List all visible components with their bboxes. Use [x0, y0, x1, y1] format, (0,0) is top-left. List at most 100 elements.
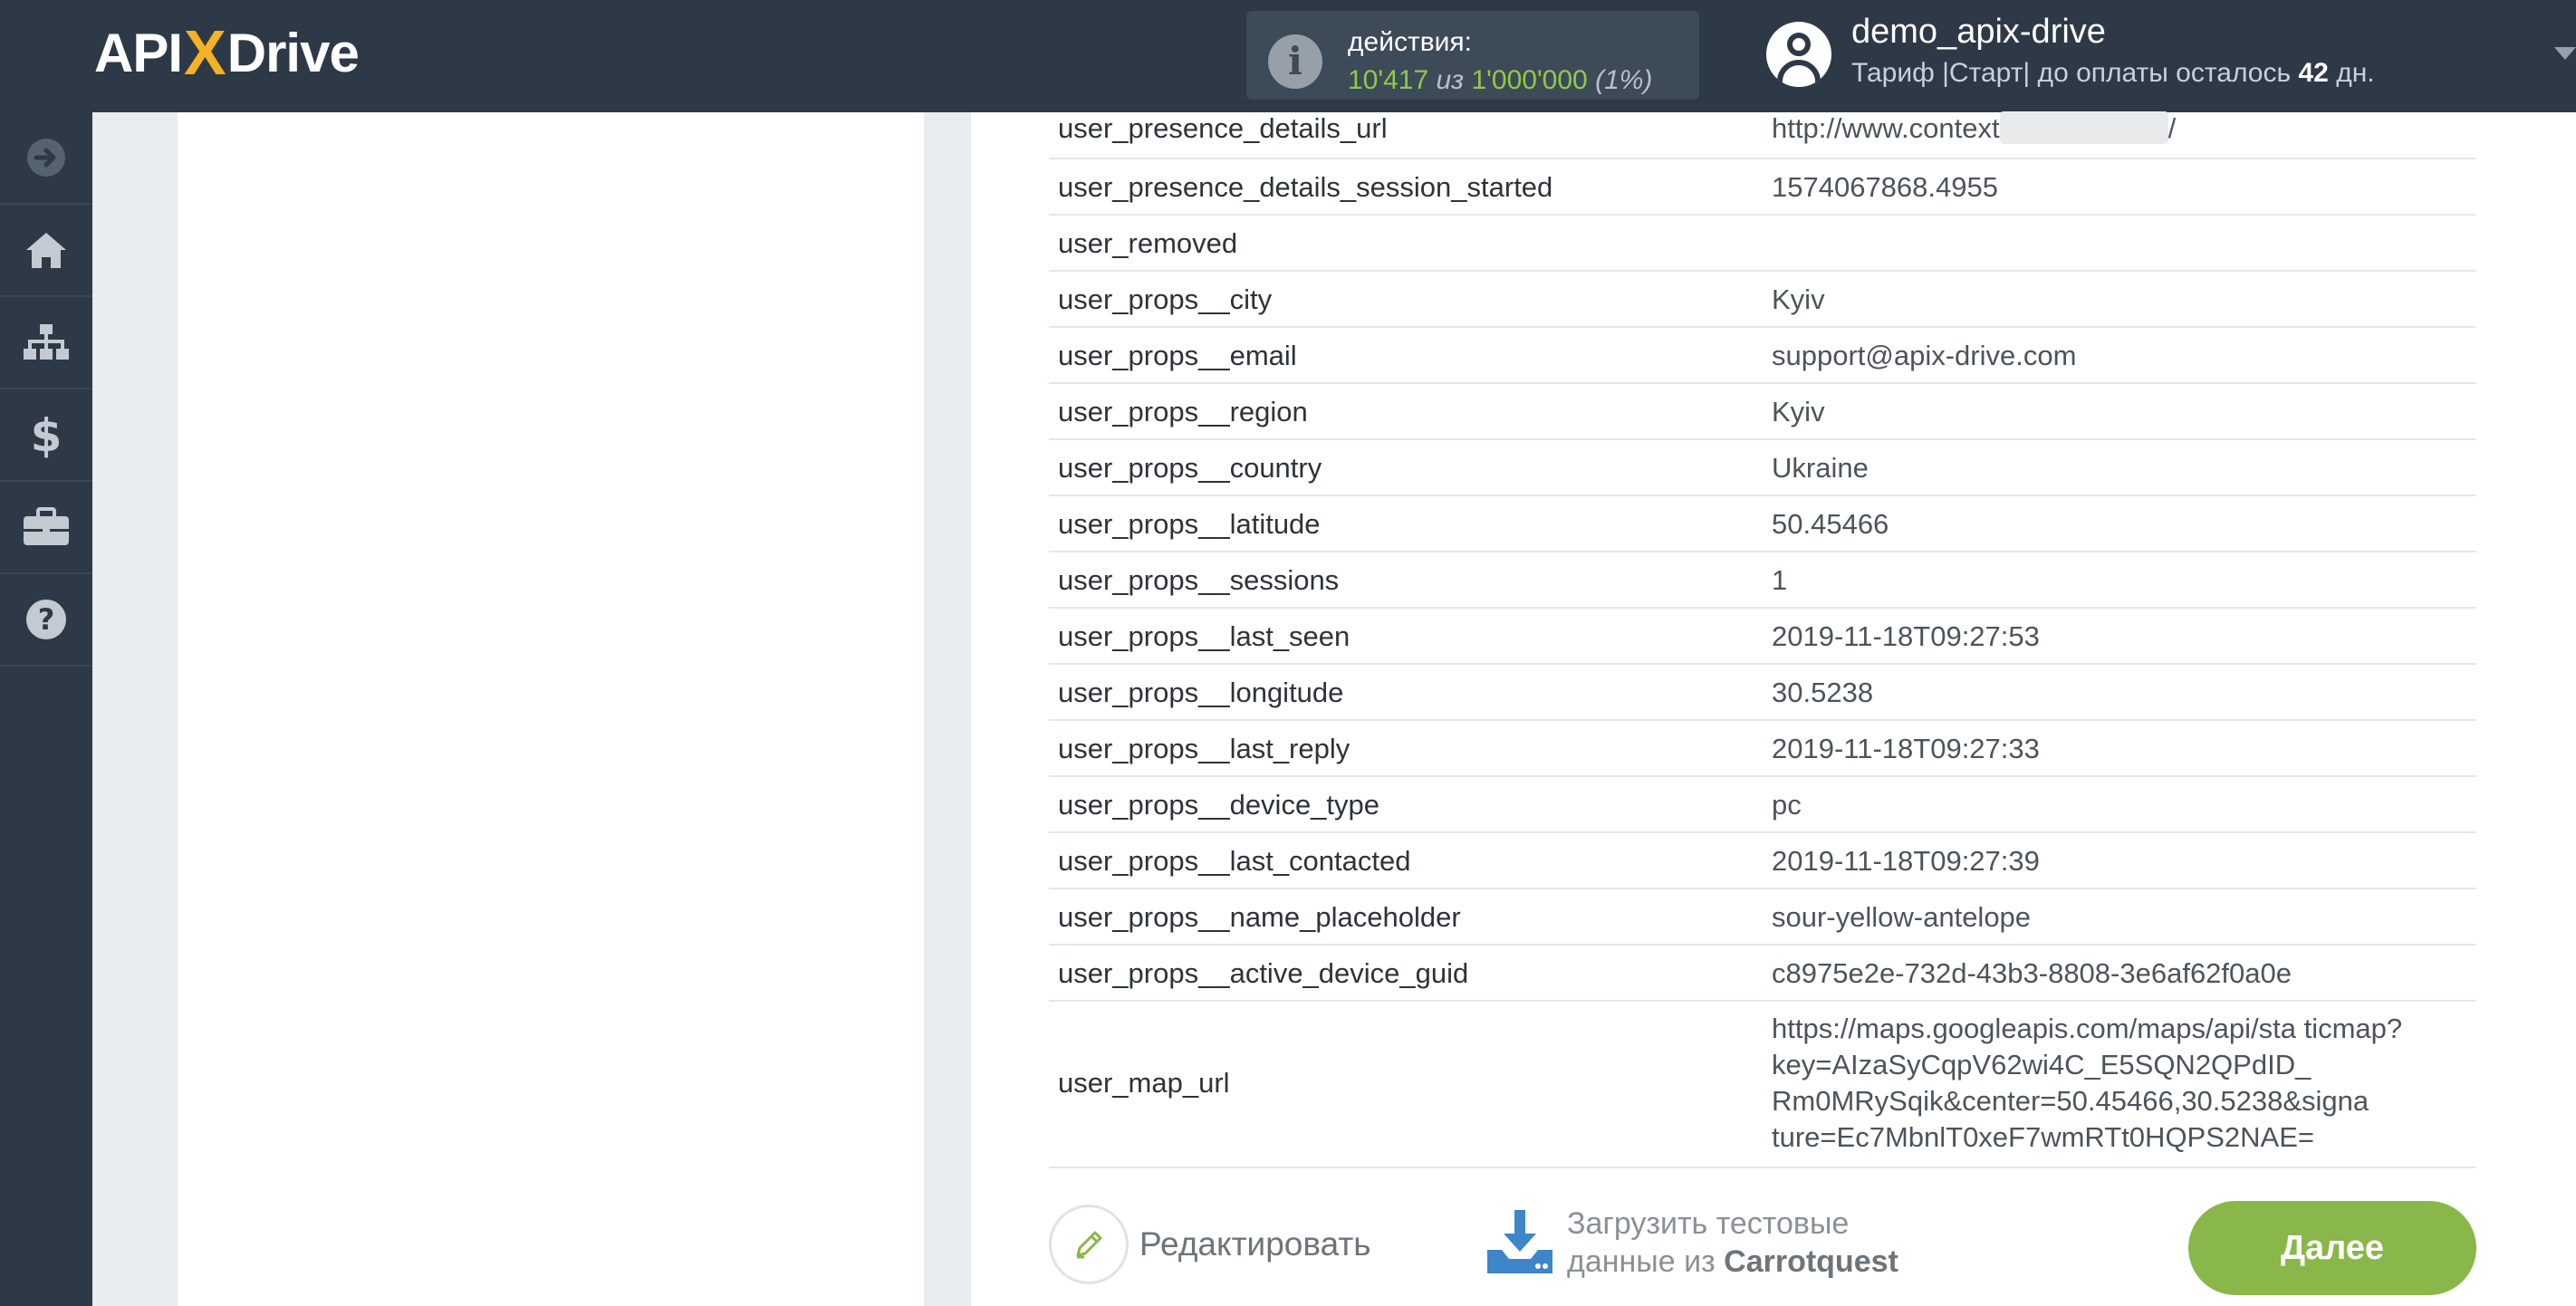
next-button[interactable]: Далее — [2188, 1201, 2476, 1295]
svg-text:?: ? — [38, 602, 55, 637]
row-key: user_props__city — [1058, 283, 1273, 315]
load-line-2: данные из Carrotquest — [1567, 1244, 1898, 1279]
logo-text-api: API — [94, 22, 183, 83]
redacted-block — [1999, 110, 2168, 144]
row-value: 2019-11-18T09:27:33 — [1772, 733, 2040, 764]
plan-prefix: Тариф |Старт| до оплаты осталось — [1851, 58, 2292, 88]
row-key: user_props__active_device_guid — [1058, 957, 1469, 989]
actions-percent: (1%) — [1595, 65, 1653, 95]
actions-total: 1'000'000 — [1471, 65, 1588, 95]
actions-counts: 10'417 из 1'000'000 (1%) — [1348, 65, 1652, 96]
user-name[interactable]: demo_apix-drive — [1851, 13, 2106, 52]
row-value: sour-yellow-antelope — [1772, 901, 2032, 933]
briefcase-icon — [24, 507, 69, 545]
table-row: user_props__country Ukraine — [1049, 440, 2476, 496]
row-value: Ukraine — [1772, 452, 1869, 484]
row-key: user_props__latitude — [1058, 508, 1321, 540]
user-plan-info: Тариф |Старт| до оплаты осталось 42 дн. — [1851, 58, 2375, 89]
table-row: user_props__active_device_guid c8975e2e-… — [1049, 946, 2476, 1002]
table-row: user_props__email support@apix-drive.com — [1049, 328, 2476, 384]
plan-days-suffix: дн. — [2336, 58, 2375, 88]
table-row: user_props__city Kyiv — [1049, 272, 2476, 328]
sidebar-item-billing[interactable]: $ — [0, 389, 92, 482]
row-value: 50.45466 — [1772, 508, 1889, 540]
row-key: user_props__country — [1058, 452, 1322, 484]
row-key: user_props__region — [1058, 396, 1308, 427]
actions-label: действия: — [1348, 27, 1472, 57]
row-value: 30.5238 — [1772, 677, 1874, 708]
edit-button-label: Редактировать — [1139, 1225, 1371, 1263]
row-key: user_props__name_placeholder — [1058, 901, 1461, 933]
actions-used: 10'417 — [1348, 65, 1429, 95]
left-panel — [178, 112, 924, 1306]
table-row-map-url: user_map_url https://maps.googleapis.com… — [1049, 1002, 2476, 1168]
map-url-line: ture=Ec7MbnlT0xeF7wmRTt0HQPS2NAE= — [1772, 1121, 2314, 1153]
row-value: 2019-11-18T09:27:53 — [1772, 620, 2040, 652]
row-value: Kyiv — [1772, 396, 1825, 427]
map-url-line: Rm0MRySqik&center=50.45466,30.5238&signa — [1772, 1085, 2369, 1117]
table-row: user_props__latitude 50.45466 — [1049, 496, 2476, 552]
info-icon: i — [1268, 34, 1322, 89]
table-row: user_props__device_type pc — [1049, 777, 2476, 833]
table-row: user_props__last_reply 2019-11-18T09:27:… — [1049, 721, 2476, 777]
apixdrive-logo[interactable]: API X Drive — [94, 17, 360, 88]
table-row: user_props__last_contacted 2019-11-18T09… — [1049, 833, 2476, 889]
table-row: user_removed — [1049, 216, 2476, 272]
row-key: user_presence_details_session_started — [1058, 171, 1553, 203]
home-icon — [26, 233, 66, 268]
table-row: user_presence_details_url http://www.con… — [1049, 110, 2476, 159]
table-row: user_props__name_placeholder sour-yellow… — [1049, 889, 2476, 946]
table-row: user_props__region Kyiv — [1049, 384, 2476, 440]
user-avatar-icon[interactable] — [1766, 22, 1831, 87]
arrow-right-circle-icon — [27, 139, 65, 177]
help-circle-icon: ? — [26, 600, 66, 639]
logo-text-x: X — [184, 17, 226, 88]
row-value: support@apix-drive.com — [1772, 340, 2077, 371]
table-row: user_presence_details_session_started 15… — [1049, 159, 2476, 216]
sidebar-item-help[interactable]: ? — [0, 574, 92, 667]
logo-text-drive: Drive — [226, 22, 360, 83]
top-header: API X Drive i действия: 10'417 из 1'000'00… — [0, 0, 2576, 112]
sitemap-icon — [24, 324, 69, 360]
actions-of-word: из — [1436, 65, 1465, 95]
row-value: 1 — [1772, 564, 1788, 596]
load-source-name: Carrotquest — [1724, 1244, 1898, 1279]
row-key: user_props__email — [1058, 340, 1297, 371]
plan-days: 42 — [2298, 58, 2329, 88]
download-icon — [1487, 1210, 1552, 1273]
sidebar-item-expand[interactable] — [0, 112, 92, 205]
row-key: user_props__device_type — [1058, 789, 1380, 821]
row-value: http://www.context / — [1772, 110, 2177, 144]
row-value: 2019-11-18T09:27:39 — [1772, 845, 2040, 877]
row-key: user_props__last_seen — [1058, 620, 1350, 652]
dollar-icon: $ — [31, 409, 62, 460]
load-test-data-label: Загрузить тестовые данные из Carrotquest — [1567, 1205, 1898, 1281]
row-value: Kyiv — [1772, 283, 1825, 315]
table-row: user_props__longitude 30.5238 — [1049, 665, 2476, 721]
actions-counter: i действия: 10'417 из 1'000'000 (1%) — [1246, 11, 1699, 100]
map-url-line: key=AIzaSyCqpV62wi4C_E5SQN2QPdID_ — [1772, 1049, 2312, 1080]
user-menu-caret-icon[interactable] — [2554, 47, 2576, 60]
table-row: user_props__sessions 1 — [1049, 552, 2476, 609]
sidebar-item-home[interactable] — [0, 205, 92, 297]
svg-text:$: $ — [31, 409, 62, 460]
load-line-1: Загрузить тестовые — [1567, 1206, 1850, 1241]
row-key: user_props__last_contacted — [1058, 845, 1411, 877]
row-key: user_map_url — [1058, 1067, 1230, 1099]
map-url-line: https://maps.googleapis.com/maps/api/sta… — [1772, 1013, 2403, 1044]
row-value: c8975e2e-732d-43b3-8808-3e6af62f0a0e — [1772, 957, 2292, 989]
sidebar-item-services[interactable] — [0, 482, 92, 574]
row-value: 1574067868.4955 — [1772, 171, 1998, 203]
test-data-table: user_presence_details_url http://www.con… — [1049, 110, 2476, 1168]
sidebar: $ ? — [0, 112, 92, 1306]
row-key: user_presence_details_url — [1058, 112, 1388, 144]
row-key: user_props__longitude — [1058, 677, 1344, 708]
pencil-icon — [1049, 1205, 1129, 1284]
table-row: user_props__last_seen 2019-11-18T09:27:5… — [1049, 609, 2476, 665]
sidebar-item-connections[interactable] — [0, 297, 92, 389]
load-test-data-button[interactable]: Загрузить тестовые данные из Carrotquest — [1485, 1205, 1898, 1281]
row-key: user_props__sessions — [1058, 564, 1340, 596]
row-key: user_removed — [1058, 227, 1238, 259]
edit-button[interactable]: Редактировать — [1049, 1205, 1371, 1284]
row-key: user_props__last_reply — [1058, 733, 1350, 764]
